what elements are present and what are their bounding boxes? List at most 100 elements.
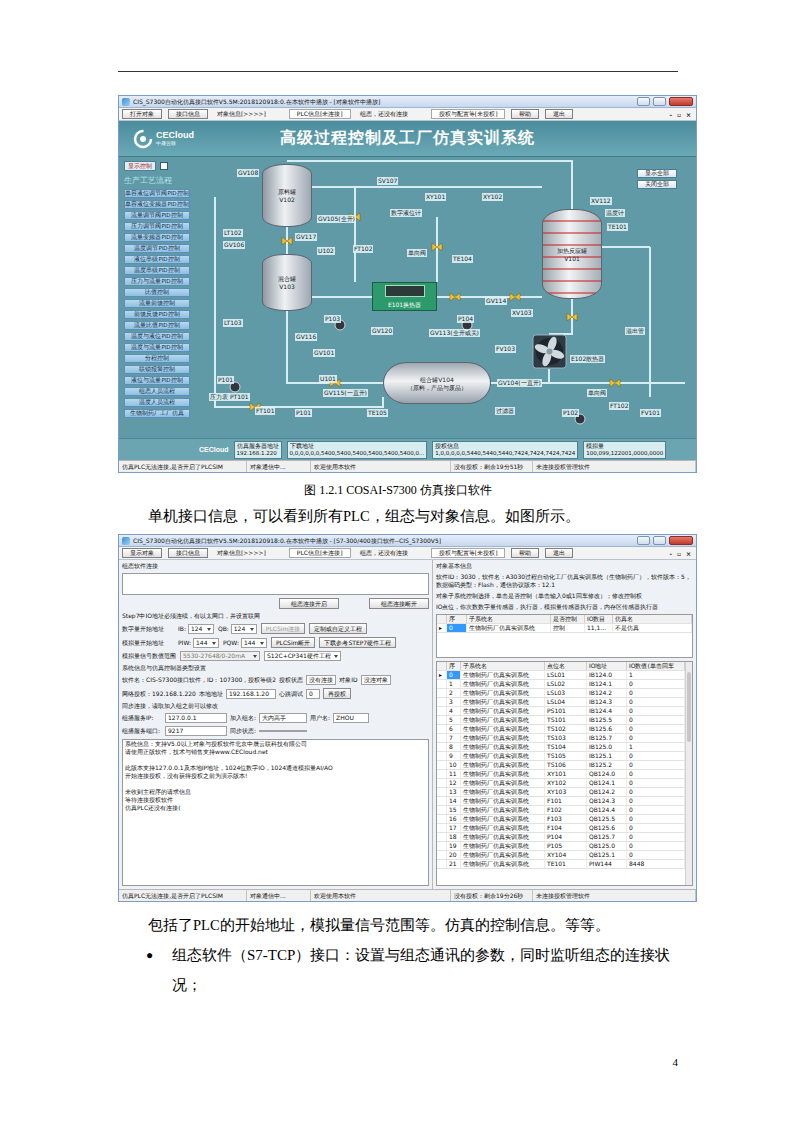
table-cell[interactable]: 15	[447, 806, 461, 814]
table-row[interactable]: 11生物制药厂仿真实训系统XY101QB124.00	[437, 770, 685, 779]
table-cell[interactable]: 0	[627, 815, 685, 823]
table-cell[interactable]: QB124.4	[587, 806, 627, 814]
maximize-button[interactable]	[653, 536, 666, 545]
table-cell[interactable]: TS102	[545, 725, 587, 733]
table-cell[interactable]: 生物制药厂仿真实训系统	[461, 788, 545, 796]
sidebar-item[interactable]: 流量比值PID控制	[124, 321, 190, 330]
table-cell[interactable]: 生物制药厂仿真实训系统	[461, 770, 545, 778]
table-cell[interactable]: 16	[447, 815, 461, 823]
table-cell[interactable]: QB124.2	[587, 788, 627, 796]
table-cell[interactable]: 生物制药厂仿真实训系统	[461, 725, 545, 733]
table-cell[interactable]: QB125.1	[587, 851, 627, 859]
heartbeat-field[interactable]: 0	[306, 689, 320, 699]
toolbar-button[interactable]: 打开对象	[122, 109, 162, 119]
table-row[interactable]: 7生物制药厂仿真实训系统TS103IB125.70	[437, 734, 685, 743]
toolbar-field[interactable]: PLC信息[未连接]	[289, 548, 351, 558]
address-field[interactable]: 144	[241, 638, 267, 648]
sidebar-item[interactable]: 联锁报警控制	[124, 365, 190, 374]
local-address-field[interactable]: 192.168.1.20	[226, 689, 276, 699]
table-cell[interactable]: 5	[447, 716, 461, 724]
sidebar-item[interactable]: 比值控制	[124, 288, 190, 297]
table-cell[interactable]: XY102	[545, 779, 587, 787]
table-cell[interactable]: 0	[627, 788, 685, 796]
toolbar-field[interactable]: 授权与配置等[未授权]	[431, 109, 506, 119]
table-cell[interactable]: 0	[627, 725, 685, 733]
close-button[interactable]	[669, 97, 693, 106]
table-cell[interactable]: 21	[447, 860, 461, 868]
table-cell[interactable]: 6	[447, 725, 461, 733]
table-cell[interactable]: 0	[627, 734, 685, 742]
table-row[interactable]: 8生物制药厂仿真实训系统TS104IB125.01	[437, 743, 685, 752]
table-cell[interactable]: 0	[627, 752, 685, 760]
project-button[interactable]: 下载参考STEP7硬件工程	[319, 637, 396, 648]
tank[interactable]: 混合罐V103	[262, 254, 312, 311]
sidebar-item[interactable]: 前馈反馈PID控制	[124, 310, 190, 319]
table-cell[interactable]: 7	[447, 734, 461, 742]
column-header[interactable]: 是否控制	[551, 615, 585, 623]
sidebar-item[interactable]: 流量调节阀PID控制	[124, 211, 190, 220]
table-row[interactable]: 2生物制药厂仿真实训系统LSL03IB124.20	[437, 689, 685, 698]
table-cell[interactable]: 0	[627, 797, 685, 805]
sidebar-item[interactable]: 压力调节阀PID控制	[124, 222, 190, 231]
connect-button[interactable]: 组态连接断开	[369, 598, 429, 609]
table-cell[interactable]: 生物制药厂仿真实训系统	[461, 752, 545, 760]
table-cell[interactable]: IB125.6	[587, 725, 627, 733]
sidebar-item[interactable]: 流量前馈控制	[124, 299, 190, 308]
table-cell[interactable]: 控制	[551, 624, 585, 632]
table-cell[interactable]: 生物制药厂仿真实训系统	[461, 833, 545, 841]
sidebar-item[interactable]: 温度人员流程	[124, 398, 190, 407]
table-cell[interactable]: XY101	[545, 770, 587, 778]
table-cell[interactable]: 生物制药厂仿真实训系统	[461, 806, 545, 814]
table-cell[interactable]: F104	[545, 824, 587, 832]
table-cell[interactable]: LSL03	[545, 689, 587, 697]
table-cell[interactable]: 生物制药厂仿真实训系统	[461, 779, 545, 787]
mdi-control[interactable]: ▫	[677, 111, 681, 118]
table-row[interactable]: 20生物制药厂仿真实训系统XY104QB125.10	[437, 851, 685, 860]
table-cell[interactable]: QB125.0	[587, 842, 627, 850]
toolbar-button[interactable]: 接口信息	[168, 109, 208, 119]
table-cell[interactable]: F102	[545, 806, 587, 814]
table-cell[interactable]: IB125.7	[587, 734, 627, 742]
table-cell[interactable]: XY104	[545, 851, 587, 859]
address-field[interactable]: 144	[193, 638, 219, 648]
table-cell[interactable]: 生物制药厂仿真实训系统	[461, 689, 545, 697]
table-cell[interactable]: 20	[447, 851, 461, 859]
table-cell[interactable]: 0	[447, 671, 461, 679]
table-cell[interactable]: 生物制药厂仿真实训系统	[461, 860, 545, 868]
column-header[interactable]: 子系统名	[467, 615, 551, 623]
table-row[interactable]: 1生物制药厂仿真实训系统LSL02IB124.10	[437, 680, 685, 689]
column-header[interactable]: IO数目	[585, 615, 613, 623]
table-cell[interactable]: 生物制药厂仿真实训系统	[461, 671, 545, 679]
table-cell[interactable]: TS101	[545, 716, 587, 724]
table-cell[interactable]: 生物制药厂仿真实训系统	[461, 734, 545, 742]
connection-box[interactable]	[122, 573, 429, 595]
table-cell[interactable]: 8	[447, 743, 461, 751]
toolbar-button[interactable]: 帮助	[511, 109, 539, 119]
table-cell[interactable]: IB125.5	[587, 716, 627, 724]
table-cell[interactable]: 0	[627, 716, 685, 724]
reauthorize-button[interactable]: 再授权	[323, 688, 351, 699]
sidebar-item[interactable]: 温度串级PID控制	[124, 266, 190, 275]
table-cell[interactable]: 生物制药厂仿真实训系统	[461, 743, 545, 751]
table-cell[interactable]: TS104	[545, 743, 587, 751]
table-cell[interactable]: 0	[627, 761, 685, 769]
table-cell[interactable]: 13	[447, 788, 461, 796]
table-row[interactable]: ▸0生物制药厂仿真实训系统控制11,1...不是仿真	[437, 624, 692, 633]
sidebar-item[interactable]: 温度调节PID控制	[124, 244, 190, 253]
table-cell[interactable]: QB125.6	[587, 824, 627, 832]
table-row[interactable]: 10生物制药厂仿真实训系统TS106IB125.20	[437, 761, 685, 770]
heat-exchanger[interactable]: E101换热器	[372, 282, 437, 311]
table-cell[interactable]: 生物制药厂仿真实训系统	[461, 698, 545, 706]
hardware-field[interactable]: S12C+CP341硬件工程	[264, 651, 341, 661]
table-cell[interactable]: 2	[447, 689, 461, 697]
sidebar-item[interactable]: 分程控制	[124, 354, 190, 363]
table-cell[interactable]: 9	[447, 752, 461, 760]
table-cell[interactable]: 0	[627, 779, 685, 787]
table-cell[interactable]: 生物制药厂仿真实训系统	[461, 842, 545, 850]
mdi-control[interactable]: ▫	[677, 550, 681, 557]
sidebar-item[interactable]: 温度与流量PID控制	[124, 343, 190, 352]
table-cell[interactable]: 10	[447, 761, 461, 769]
column-header[interactable]: 子系统名	[461, 662, 545, 670]
column-header[interactable]: 序	[447, 662, 461, 670]
group-field[interactable]: 大内高手	[259, 713, 307, 723]
